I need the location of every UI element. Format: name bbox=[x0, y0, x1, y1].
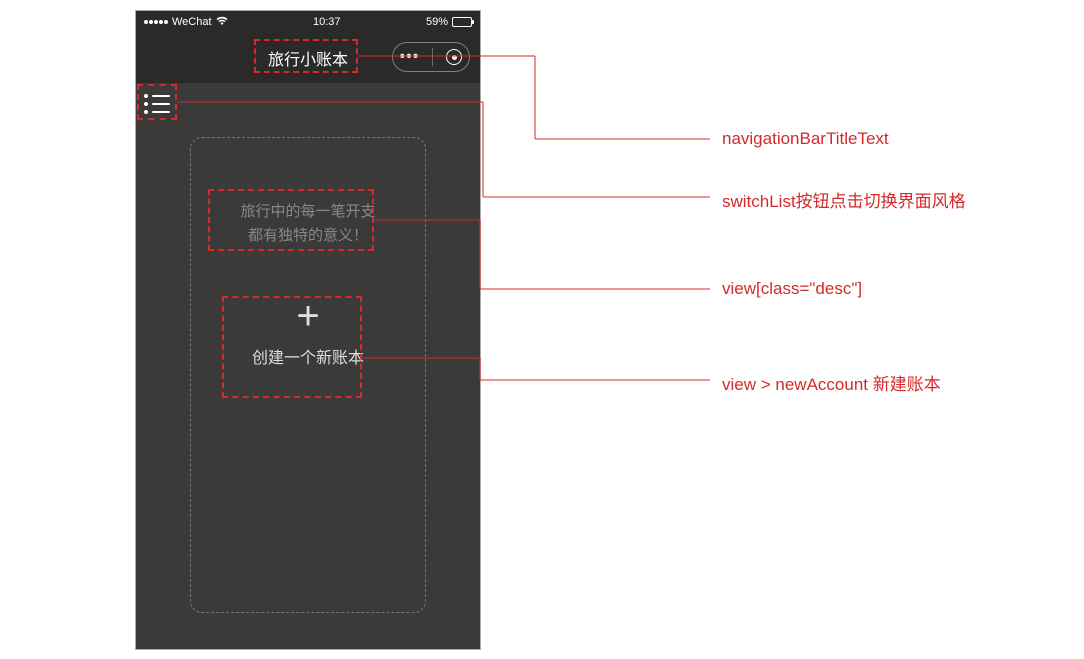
status-bar: WeChat 10:37 59% bbox=[136, 11, 480, 33]
carrier-label: WeChat bbox=[172, 16, 212, 28]
clock-label: 10:37 bbox=[228, 16, 426, 28]
close-icon[interactable] bbox=[446, 49, 462, 65]
annotation-label-switchlist: switchList按钮点击切换界面风格 bbox=[722, 187, 966, 212]
annotation-box-desc bbox=[208, 189, 374, 251]
capsule-button[interactable]: ••• bbox=[392, 42, 470, 72]
annotation-label-desc: view[class="desc"] bbox=[722, 279, 862, 299]
annotation-label-title: navigationBarTitleText bbox=[722, 129, 889, 149]
battery-icon bbox=[452, 17, 472, 27]
annotation-label-newaccount: view > newAccount 新建账本 bbox=[722, 370, 941, 395]
wifi-icon bbox=[216, 16, 228, 29]
battery-pct-label: 59% bbox=[426, 16, 448, 28]
menu-icon[interactable]: ••• bbox=[400, 48, 420, 66]
annotation-box-title bbox=[254, 39, 358, 73]
signal-icon bbox=[144, 20, 168, 24]
annotation-box-newaccount bbox=[222, 296, 362, 398]
annotation-box-switchlist bbox=[137, 84, 177, 120]
